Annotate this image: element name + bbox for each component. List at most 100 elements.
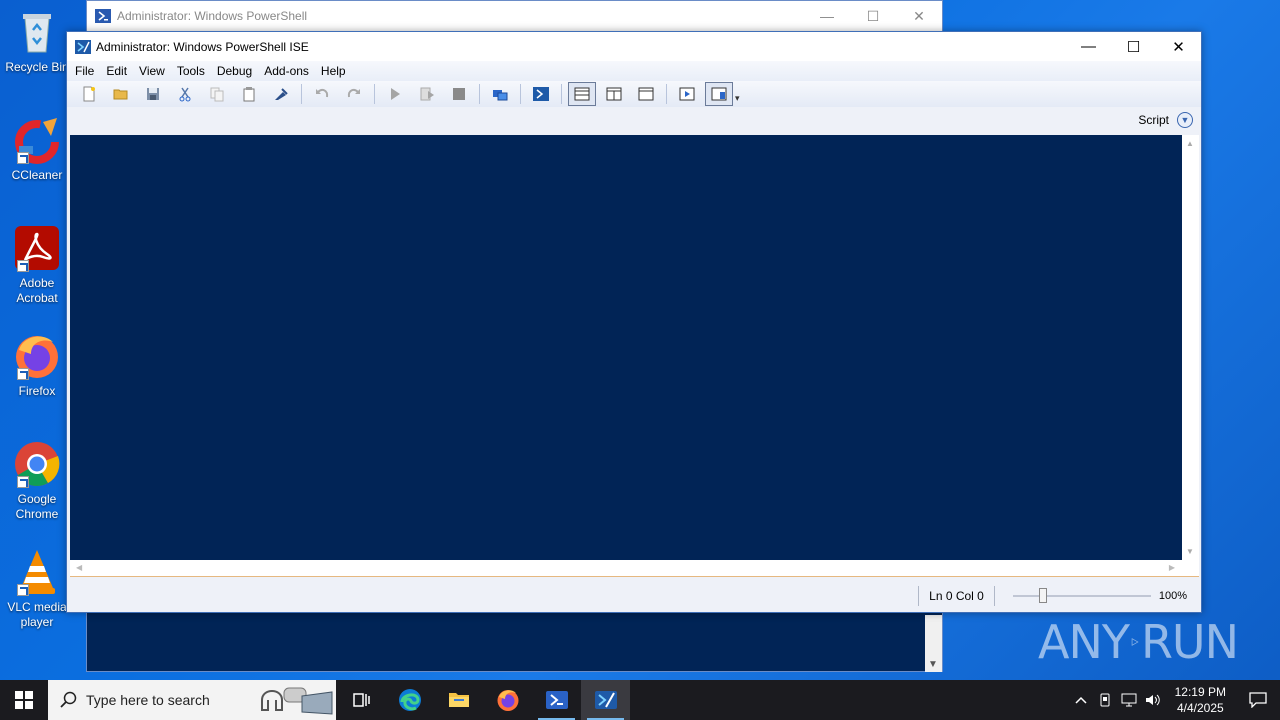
taskbar-search-box[interactable]: Type here to search	[48, 680, 336, 720]
menu-debug[interactable]: Debug	[211, 64, 258, 78]
taskbar-clock[interactable]: 12:19 PM 4/4/2025	[1165, 684, 1236, 716]
taskbar-powershell[interactable]	[532, 680, 581, 720]
watermark-text-right: RUN	[1140, 615, 1239, 669]
anyrun-play-icon	[1131, 638, 1139, 646]
cut-icon[interactable]	[171, 82, 199, 106]
chevron-down-icon[interactable]: ▼	[1177, 112, 1193, 128]
anyrun-watermark: ANY RUN	[1038, 610, 1239, 674]
maximize-button[interactable]: ☐	[1111, 32, 1156, 61]
clear-icon[interactable]	[267, 82, 295, 106]
menu-add-ons[interactable]: Add-ons	[258, 64, 315, 78]
show-command-icon[interactable]	[705, 82, 733, 106]
scroll-down-icon[interactable]: ▼	[928, 659, 938, 670]
toolbar-overflow-icon[interactable]: ▾	[735, 93, 740, 104]
show-script-icon[interactable]	[673, 82, 701, 106]
line-indicator: Ln 0	[929, 589, 953, 603]
stop-icon[interactable]	[445, 82, 473, 106]
zoom-slider[interactable]	[1012, 588, 1151, 603]
scroll-up-icon[interactable]: ▲	[1186, 139, 1194, 148]
powershell-icon[interactable]	[527, 82, 555, 106]
close-button[interactable]: ✕	[1156, 32, 1201, 61]
menu-tools[interactable]: Tools	[171, 64, 211, 78]
open-icon[interactable]	[107, 82, 135, 106]
script-toggle-label[interactable]: Script	[1138, 113, 1169, 127]
run-icon[interactable]	[381, 82, 409, 106]
layout-right-icon[interactable]	[600, 82, 628, 106]
desktop-icon-recycle-bin[interactable]: Recycle Bin	[4, 8, 70, 75]
start-button[interactable]	[0, 680, 48, 720]
ise-titlebar[interactable]: Administrator: Windows PowerShell ISE — …	[67, 32, 1201, 61]
volume-icon[interactable]	[1141, 680, 1165, 720]
notification-button[interactable]	[1236, 680, 1280, 720]
desktop-icon-adobe-acrobat[interactable]: Adobe Acrobat	[4, 224, 70, 306]
ise-menubar: File Edit View Tools Debug Add-ons Help	[67, 61, 1201, 81]
menu-file[interactable]: File	[69, 64, 100, 78]
minimize-button[interactable]: —	[1066, 32, 1111, 61]
taskbar: Type here to search 12:19 PM 4/4/2025	[0, 680, 1280, 720]
status-separator	[918, 586, 920, 606]
desktop-icon-ccleaner[interactable]: CCleaner	[4, 116, 70, 183]
ise-script-bar: Script ▼	[67, 107, 1201, 133]
powershell-titlebar[interactable]: Administrator: Windows PowerShell — ☐ ✕	[87, 1, 942, 31]
device-icon[interactable]	[1093, 680, 1117, 720]
toolbar-separator	[301, 84, 302, 104]
desktop-icon-vlc[interactable]: VLC media player	[4, 548, 70, 630]
powershell-ise-window[interactable]: Administrator: Windows PowerShell ISE — …	[66, 31, 1202, 613]
minimize-button[interactable]: —	[804, 1, 850, 31]
redo-icon[interactable]	[340, 82, 368, 106]
powershell-scrollbar[interactable]: ▼	[925, 615, 942, 672]
system-tray: 12:19 PM 4/4/2025	[1069, 680, 1280, 720]
save-icon[interactable]	[139, 82, 167, 106]
desktop-icon-google-chrome[interactable]: Google Chrome	[4, 440, 70, 522]
task-view-icon	[352, 693, 370, 707]
menu-view[interactable]: View	[133, 64, 171, 78]
acrobat-icon	[13, 224, 61, 272]
ise-status-bar: Ln 0 Col 0 100%	[67, 580, 1201, 612]
taskbar-file-explorer[interactable]	[434, 680, 483, 720]
taskbar-edge[interactable]	[385, 680, 434, 720]
ise-toolbar: ▾	[67, 81, 1201, 107]
console-horizontal-scrollbar[interactable]: ◀ ▶	[70, 560, 1199, 577]
undo-icon[interactable]	[308, 82, 336, 106]
chrome-icon	[13, 440, 61, 488]
toolbar-separator	[561, 84, 562, 104]
search-icon	[60, 691, 77, 708]
copy-icon[interactable]	[203, 82, 231, 106]
toolbar-separator	[479, 84, 480, 104]
scroll-left-icon[interactable]: ◀	[76, 563, 82, 572]
network-icon[interactable]	[1117, 680, 1141, 720]
clock-time: 12:19 PM	[1174, 685, 1226, 699]
scroll-right-icon[interactable]: ▶	[1169, 563, 1175, 572]
scroll-down-icon[interactable]: ▼	[1186, 547, 1194, 556]
powershell-ise-icon	[75, 39, 91, 54]
toolbar-separator	[374, 84, 375, 104]
search-highlight-icon	[261, 687, 333, 715]
edge-icon	[398, 689, 421, 711]
remote-icon[interactable]	[486, 82, 514, 106]
menu-edit[interactable]: Edit	[100, 64, 133, 78]
paste-icon[interactable]	[235, 82, 263, 106]
firefox-icon	[497, 690, 518, 711]
windows-logo-icon	[15, 691, 33, 709]
console-vertical-scrollbar[interactable]: ▲ ▼	[1182, 135, 1199, 560]
new-icon[interactable]	[75, 82, 103, 106]
toolbar-separator	[520, 84, 521, 104]
desktop-icon-firefox[interactable]: Firefox	[4, 332, 70, 399]
desktop-icon-label: Google Chrome	[15, 492, 59, 521]
layout-max-icon[interactable]	[632, 82, 660, 106]
shortcut-arrow-icon	[17, 476, 29, 488]
taskbar-firefox[interactable]	[483, 680, 532, 720]
shortcut-arrow-icon	[17, 368, 29, 380]
taskbar-powershell-ise[interactable]	[581, 680, 630, 720]
desktop-icon-label: Firefox	[18, 384, 56, 398]
layout-top-icon[interactable]	[568, 82, 596, 106]
menu-help[interactable]: Help	[315, 64, 352, 78]
close-button[interactable]: ✕	[896, 1, 942, 31]
run-selection-icon[interactable]	[413, 82, 441, 106]
zoom-slider-thumb[interactable]	[1038, 588, 1047, 603]
chevron-up-icon[interactable]	[1069, 680, 1093, 720]
maximize-button[interactable]: ☐	[850, 1, 896, 31]
shortcut-arrow-icon	[17, 260, 29, 272]
console-pane[interactable]	[70, 135, 1182, 560]
task-view-button[interactable]	[336, 680, 385, 720]
